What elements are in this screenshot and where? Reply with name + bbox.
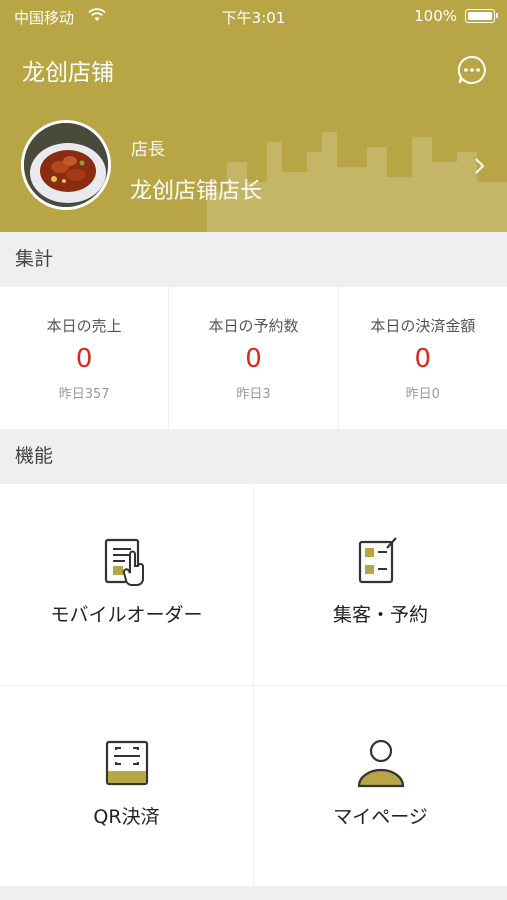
feature-my-page[interactable]: マイページ bbox=[254, 686, 507, 886]
section-summary-title: 集計 bbox=[0, 232, 507, 286]
feature-label: 集客・予約 bbox=[332, 604, 428, 626]
stat-value: 0 bbox=[75, 344, 93, 374]
chevron-right-icon bbox=[475, 158, 485, 174]
stat-yesterday: 昨日3 bbox=[236, 387, 271, 402]
store-owner-name: 龙创店铺店长 bbox=[130, 179, 263, 204]
feature-grid: モバイルオーダー 集客・予約 QR決済 マイページ bbox=[0, 484, 507, 886]
status-bar: 中国移动 下午3:01 100% bbox=[0, 0, 507, 32]
section-features-title: 機能 bbox=[0, 429, 507, 483]
stat-label: 本日の決済金額 bbox=[370, 317, 476, 335]
stat-yesterday: 昨日0 bbox=[405, 387, 440, 402]
feature-label: マイページ bbox=[333, 806, 428, 828]
chat-bubble-icon[interactable] bbox=[456, 54, 488, 86]
stat-label: 本日の予約数 bbox=[208, 317, 299, 335]
stat-sales[interactable]: 本日の売上 0 昨日357 bbox=[0, 287, 170, 429]
stat-value: 0 bbox=[245, 344, 262, 374]
user-icon bbox=[357, 739, 405, 788]
reservation-icon bbox=[358, 537, 397, 584]
feature-reservation[interactable]: 集客・予約 bbox=[254, 484, 507, 684]
feature-label: QR決済 bbox=[93, 806, 160, 828]
stat-value: 0 bbox=[414, 344, 432, 374]
qr-scan-icon bbox=[105, 740, 149, 786]
battery-icon bbox=[465, 9, 498, 23]
page-title: 龙创店铺 bbox=[22, 60, 114, 86]
food-photo-icon bbox=[24, 123, 108, 207]
feature-qr-payment[interactable]: QR決済 bbox=[0, 686, 253, 886]
summary-stats: 本日の売上 0 昨日357 本日の予約数 0 昨日3 本日の決済金額 0 昨日0 bbox=[0, 287, 507, 429]
role-label: 店長 bbox=[131, 140, 165, 160]
feature-mobile-order[interactable]: モバイルオーダー bbox=[0, 484, 253, 684]
stat-reservations[interactable]: 本日の予約数 0 昨日3 bbox=[169, 287, 339, 429]
mobile-order-icon bbox=[104, 538, 145, 586]
feature-label: モバイルオーダー bbox=[50, 604, 203, 626]
battery-percent: 100% bbox=[414, 7, 457, 25]
stat-payments[interactable]: 本日の決済金額 0 昨日0 bbox=[339, 287, 507, 429]
store-profile[interactable]: 店長 龙创店铺店长 bbox=[0, 112, 507, 222]
header: 中国移动 下午3:01 100% 龙创店铺 店長 龙创店铺店长 bbox=[0, 0, 507, 232]
stat-yesterday: 昨日357 bbox=[58, 387, 110, 402]
stat-label: 本日の売上 bbox=[46, 317, 122, 335]
store-avatar bbox=[21, 120, 111, 210]
